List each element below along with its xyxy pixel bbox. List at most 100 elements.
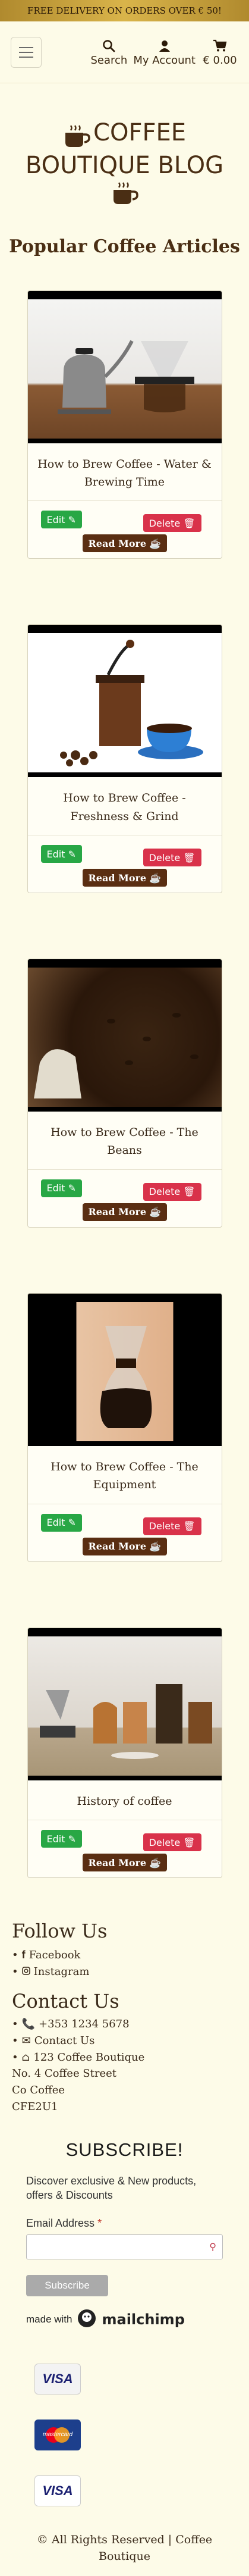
address-item: • ⌂ 123 Coffee Boutique [12, 2049, 237, 2066]
address-line-1: 123 Coffee Boutique [33, 2051, 145, 2064]
trash-icon: 🗑 [183, 1186, 196, 1198]
coffee-cup-icon: ☕ [149, 1206, 162, 1218]
edit-button[interactable]: Edit ✎ [40, 1179, 82, 1197]
follow-title: Follow Us [12, 1920, 108, 1943]
copyright-icon: © [36, 2533, 48, 2546]
read-more-button[interactable]: Read More ☕ [82, 869, 168, 887]
facebook-icon: f [21, 1949, 26, 1961]
read-more-button[interactable]: Read More ☕ [82, 1537, 168, 1555]
address-line-2: No. 4 Coffee Street [12, 2067, 117, 2080]
nav-account-link[interactable]: My Account [133, 37, 196, 67]
bullet: • [12, 2034, 18, 2047]
visa-card-icon: VISA [34, 2363, 81, 2395]
address-block: No. 4 Coffee Street Co Coffee CFE2U1 [12, 2065, 237, 2115]
coffee-cup-icon [12, 181, 237, 209]
delete-button[interactable]: Delete 🗑 [143, 849, 201, 867]
pencil-icon: ✎ [68, 1517, 76, 1529]
hamburger-line [19, 46, 33, 48]
pencil-icon: ✎ [68, 848, 76, 860]
email-item[interactable]: • ✉ Contact Us [12, 2033, 237, 2049]
coffee-cup-icon: ☕ [149, 872, 162, 884]
edit-button-label: Edit [46, 848, 65, 860]
coffee-cup-icon: ☕ [149, 1541, 162, 1553]
article-image-coffee-beans[interactable] [27, 959, 222, 1112]
mastercard-icon: mastercard [34, 2419, 81, 2450]
mailchimp-badge[interactable]: made with mailchimp [26, 2308, 223, 2331]
instagram-label: Instagram [33, 1965, 90, 1978]
edit-button-label: Edit [46, 1182, 65, 1194]
subscribe-form: SUBSCRIBE! Discover exclusive & New prod… [0, 2139, 249, 2331]
edit-button[interactable]: Edit ✎ [40, 1513, 82, 1532]
hero: COFFEE BOUTIQUE BLOG [0, 119, 249, 209]
facebook-link[interactable]: • f Facebook [12, 1947, 237, 1964]
edit-button[interactable]: Edit ✎ [40, 845, 82, 863]
subscribe-text: Discover exclusive & New products, offer… [26, 2175, 197, 2202]
delete-button-label: Delete [149, 517, 181, 529]
read-more-label: Read More [88, 1206, 147, 1218]
pencil-icon: ✎ [68, 1833, 76, 1845]
email-field[interactable]: ⚲ [26, 2234, 223, 2259]
nav-links: Search My Account € 0.00 [90, 37, 238, 67]
read-more-button[interactable]: Read More ☕ [82, 534, 168, 553]
nav-cart-total: € 0.00 [203, 54, 237, 67]
article-image-kettle-and-pour-over[interactable] [27, 290, 222, 443]
home-icon: ⌂ [21, 2051, 30, 2064]
article-actions: Edit ✎ Delete 🗑 Read More ☕ [28, 1170, 222, 1227]
read-more-button[interactable]: Read More ☕ [82, 1854, 168, 1872]
edit-button[interactable]: Edit ✎ [40, 511, 82, 529]
navbar: Search My Account € 0.00 [0, 21, 249, 83]
mailchimp-brand: mailchimp [102, 2311, 185, 2328]
menu-toggle-button[interactable] [11, 36, 42, 68]
nav-search-link[interactable]: Search [90, 37, 127, 67]
edit-button[interactable]: Edit ✎ [40, 1830, 82, 1848]
article-image-grinder-and-cup[interactable] [27, 625, 222, 778]
nav-cart-link[interactable]: € 0.00 [201, 37, 238, 67]
bullet: • [12, 1949, 18, 1962]
article-title[interactable]: How to Brew Coffee - Water & Brewing Tim… [27, 443, 222, 502]
article-actions: Edit ✎ Delete 🗑 Read More ☕ [28, 1504, 222, 1561]
article-title[interactable]: How to Brew Coffee - The Beans [27, 1112, 222, 1170]
article-title[interactable]: How to Brew Coffee - Freshness & Grind [27, 777, 222, 836]
subscribe-button[interactable]: Subscribe [26, 2274, 108, 2296]
promo-banner: FREE DELIVERY ON ORDERS OVER € 50! [0, 0, 249, 21]
address-line-4: CFE2U1 [12, 2101, 58, 2114]
delete-button[interactable]: Delete 🗑 [143, 1517, 201, 1535]
payment-methods: VISA mastercard VISA [0, 2363, 249, 2506]
read-more-label: Read More [88, 1857, 147, 1868]
delete-button[interactable]: Delete 🗑 [143, 1833, 201, 1852]
delete-button[interactable]: Delete 🗑 [143, 1182, 201, 1201]
coffee-cup-icon: ☕ [149, 537, 162, 549]
article-image-vintage-equipment[interactable] [27, 1627, 222, 1780]
coffee-cup-icon: ☕ [149, 1857, 162, 1868]
trash-icon: 🗑 [183, 1520, 196, 1532]
edit-button-label: Edit [46, 514, 65, 525]
article-title[interactable]: How to Brew Coffee - The Equipment [27, 1446, 222, 1504]
phone-item[interactable]: • 📞 +353 1234 5678 [12, 2016, 237, 2033]
email-label: Contact Us [34, 2034, 95, 2047]
article-title[interactable]: History of coffee [27, 1780, 222, 1821]
article-card: How to Brew Coffee - The Beans Edit ✎ Del… [27, 959, 222, 1228]
article-card: How to Brew Coffee - Freshness & Grind E… [27, 624, 222, 894]
social-links: • f Facebook • Instagram [12, 1947, 237, 1980]
instagram-icon [21, 1964, 30, 1980]
edit-button-label: Edit [46, 1517, 65, 1529]
copyright-text: All Rights Reserved | Coffee Boutique [51, 2533, 213, 2564]
bullet: • [12, 2051, 18, 2064]
envelope-icon: ✉ [21, 2034, 31, 2047]
contact-title: Contact Us [12, 1989, 119, 2012]
instagram-link[interactable]: • Instagram [12, 1964, 237, 1980]
hero-title: COFFEE BOUTIQUE BLOG [25, 119, 224, 179]
pencil-icon: ✎ [68, 1182, 76, 1194]
required-marker: * [97, 2217, 102, 2229]
delete-button[interactable]: Delete 🗑 [143, 514, 201, 533]
made-with-label: made with [26, 2314, 73, 2325]
visa-label: VISA [42, 2371, 73, 2386]
read-more-button[interactable]: Read More ☕ [82, 1203, 168, 1221]
facebook-label: Facebook [29, 1949, 81, 1962]
article-image-chemex-pot[interactable] [27, 1293, 222, 1446]
search-icon [102, 37, 115, 54]
bullet: • [12, 1965, 18, 1978]
address-line-3: Co Coffee [12, 2084, 65, 2097]
coffee-cup-icon [63, 124, 90, 152]
delete-button-label: Delete [149, 1186, 181, 1198]
